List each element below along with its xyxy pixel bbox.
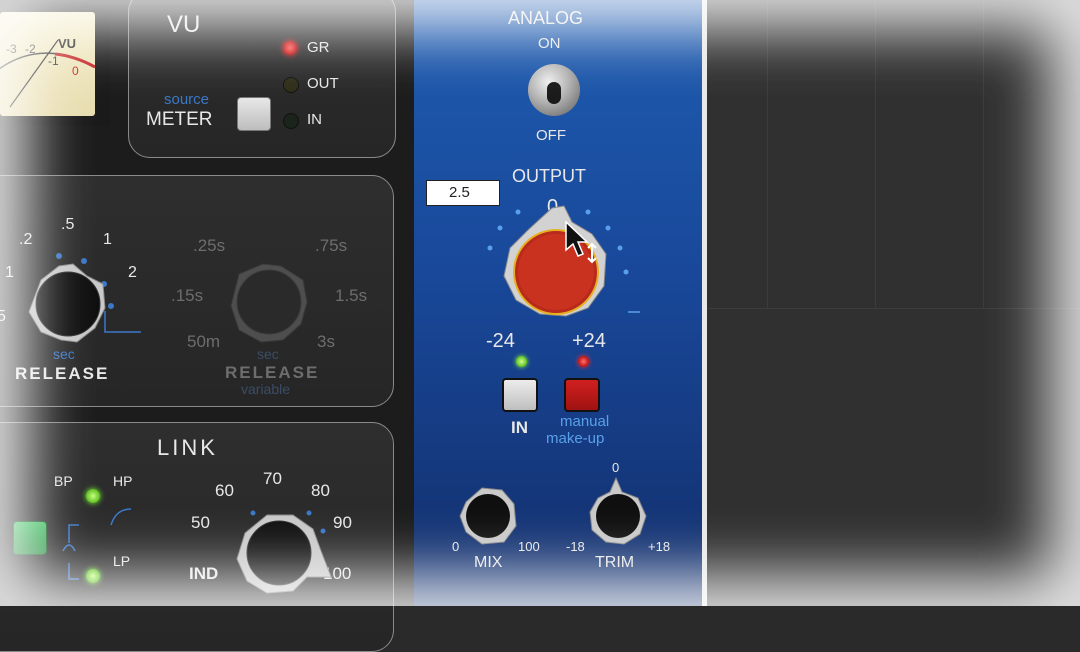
output-max-label: +24 — [572, 330, 606, 352]
release-title: RELEASE — [15, 364, 110, 383]
link-tick: 60 — [215, 481, 234, 500]
out-led — [283, 77, 299, 93]
source-label: source — [164, 91, 210, 108]
gr-label: GR — [307, 39, 330, 56]
in-label: IN — [307, 111, 322, 128]
mix-knob[interactable] — [454, 482, 524, 552]
hp-label: HP — [113, 473, 133, 489]
trim-max-label: +18 — [648, 539, 671, 554]
in-button[interactable] — [502, 378, 538, 412]
vu-scale-mark: -2 — [25, 42, 36, 56]
variable-release-knob[interactable] — [221, 254, 321, 354]
source-meter-button[interactable] — [237, 97, 271, 131]
link-tick: 70 — [263, 469, 282, 488]
variable-release-tick: 1.5s — [335, 286, 368, 305]
analog-off-label: OFF — [536, 127, 566, 144]
meter-label: METER — [146, 109, 213, 130]
bp-label: BP — [54, 473, 73, 489]
release-unit: sec — [53, 346, 75, 362]
variable-release-unit: sec — [257, 346, 279, 362]
trim-label: TRIM — [595, 554, 635, 571]
empty-grid-area — [707, 0, 1080, 606]
vu-scale-mark: -3 — [6, 42, 17, 56]
variable-release-tick: .25s — [193, 236, 226, 255]
output-label: OUTPUT — [512, 166, 586, 186]
link-knob[interactable] — [227, 503, 337, 603]
analog-title: ANALOG — [508, 8, 584, 28]
release-tick: 5 — [0, 308, 6, 325]
plugin-window: -3 -2 -1 0 VU VU source METER GR OUT IN … — [0, 0, 1080, 652]
bp-led — [86, 489, 100, 503]
release-tick: .5 — [61, 216, 75, 233]
trim-center-label: 0 — [612, 460, 620, 475]
vu-meter: -3 -2 -1 0 VU — [0, 4, 110, 126]
in-status-led — [516, 356, 527, 367]
link-panel: LINK BP HP LP 60 70 80 50 90 IND 100 — [0, 422, 394, 652]
filter-shape-lines — [62, 508, 132, 580]
mix-max-label: 100 — [518, 539, 540, 554]
vu-meter-face: -3 -2 -1 0 VU — [0, 12, 95, 116]
variable-release-tick: .75s — [315, 236, 348, 255]
grid-line — [707, 308, 1080, 309]
analog-toggle-switch[interactable] — [528, 64, 580, 116]
variable-release-subtitle: variable — [241, 381, 291, 397]
analog-panel: ANALOG ON OFF OUTPUT 0 2.5 -24 +24 IN ma… — [414, 0, 702, 606]
vu-scale-mark: 0 — [72, 64, 79, 78]
link-tick: IND — [189, 564, 219, 583]
variable-release-tick: 50m — [187, 332, 221, 351]
in-button-label: IN — [511, 418, 528, 437]
gr-led — [283, 41, 297, 55]
toggle-lever — [547, 82, 561, 104]
makeup-status-led — [578, 356, 589, 367]
mix-min-label: 0 — [452, 539, 460, 554]
link-tick: 50 — [191, 513, 210, 532]
out-label: OUT — [307, 75, 339, 92]
trim-knob[interactable] — [584, 476, 654, 552]
vu-scale-mark: -1 — [48, 54, 59, 68]
variable-release-tick: .15s — [171, 286, 204, 305]
vu-meter-label: VU — [58, 36, 77, 51]
grid-line — [983, 0, 984, 308]
lp-led — [86, 569, 100, 583]
manual-makeup-button[interactable] — [564, 378, 600, 412]
manual-label: manual — [560, 413, 610, 430]
link-filter-button[interactable] — [13, 521, 47, 555]
mouse-cursor-icon — [565, 220, 597, 264]
variable-release-title: RELEASE — [225, 363, 320, 382]
lp-label: LP — [113, 553, 131, 569]
vu-panel: VU source METER GR OUT IN — [128, 0, 396, 158]
release-knob[interactable] — [11, 236, 141, 356]
output-min-label: -24 — [486, 330, 515, 352]
tooltip-value: 2.5 — [449, 184, 470, 201]
grid-line — [875, 0, 876, 308]
grid-line — [767, 0, 768, 308]
output-knob[interactable] — [480, 200, 640, 340]
in-led — [283, 113, 299, 129]
link-title: LINK — [157, 435, 218, 460]
makeup-label: make-up — [546, 430, 605, 447]
vu-panel-title: VU — [167, 11, 201, 38]
analog-on-label: ON — [538, 35, 561, 52]
link-tick: 80 — [311, 481, 330, 500]
trim-min-label: -18 — [566, 539, 585, 554]
mix-label: MIX — [474, 554, 503, 571]
release-panel: 1 .2 .5 1 2 5 sec RELEASE .25s .75s .15s… — [0, 175, 394, 407]
